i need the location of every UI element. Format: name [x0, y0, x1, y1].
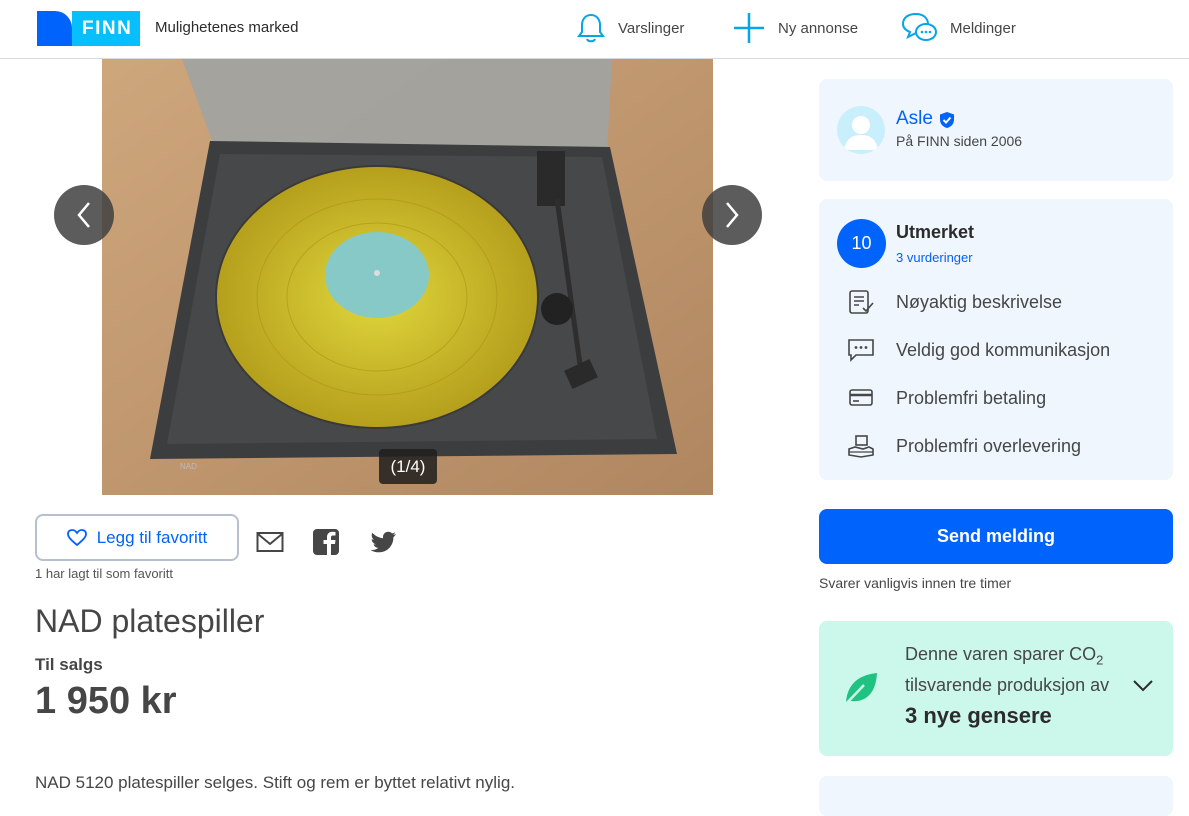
- bell-icon: [577, 13, 605, 43]
- nav-messages-label: Meldinger: [950, 19, 1016, 37]
- seller-since: På FINN siden 2006: [896, 133, 1023, 149]
- listing-status: Til salgs: [35, 655, 103, 674]
- listing-description: NAD 5120 platespiller selges. Stift og r…: [35, 773, 515, 792]
- handover-icon: [848, 435, 874, 458]
- plus-icon: [734, 13, 764, 43]
- rating-item-label: Problemfri betaling: [896, 387, 1047, 408]
- chevron-left-icon: [77, 202, 90, 228]
- rating-item-description: Nøyaktig beskrivelse: [847, 287, 1062, 317]
- site-header: FINN Mulighetenes marked Varslinger Ny a…: [0, 0, 1189, 59]
- chevron-down-icon[interactable]: [1132, 679, 1154, 693]
- favorite-count: 1 har lagt til som favoritt: [35, 566, 173, 581]
- add-favorite-label: Legg til favoritt: [96, 527, 208, 547]
- eco-line2: tilsvarende produksjon av: [905, 674, 1110, 695]
- credit-card-icon: [849, 389, 873, 406]
- send-message-button[interactable]: Send melding: [819, 509, 1173, 564]
- verified-badge-icon: [940, 112, 954, 128]
- nav-alerts-label: Varslinger: [618, 19, 685, 37]
- eco-subscript: 2: [1096, 652, 1104, 668]
- rating-count-link[interactable]: 3 vurderinger: [896, 250, 973, 265]
- heart-icon: [66, 528, 87, 546]
- next-image-button[interactable]: [702, 185, 762, 245]
- reply-time-note: Svarer vanligvis innen tre timer: [819, 575, 1012, 591]
- eco-highlight: 3 nye gensere: [905, 703, 1052, 728]
- share-facebook-button[interactable]: [310, 526, 342, 558]
- twitter-icon: [371, 531, 396, 553]
- next-card-partial: [819, 776, 1173, 816]
- image-counter: (1/4): [379, 449, 437, 484]
- rating-label: Utmerket: [896, 222, 975, 242]
- nav-new-ad-label: Ny annonse: [778, 19, 859, 37]
- messages-icon: [901, 12, 937, 41]
- share-email-button[interactable]: [254, 526, 286, 558]
- nav-new-ad[interactable]: Ny annonse: [732, 10, 858, 46]
- rating-item-label: Nøyaktig beskrivelse: [896, 291, 1063, 312]
- rating-score: 10: [837, 219, 886, 268]
- share-twitter-button[interactable]: [368, 526, 400, 558]
- listing-title: NAD platespiller: [35, 603, 265, 639]
- user-icon: [844, 116, 878, 150]
- listing-price: 1 950 kr: [35, 680, 177, 722]
- rating-item-label: Problemfri overlevering: [896, 435, 1082, 456]
- tagline: Mulighetenes marked: [155, 19, 299, 36]
- svg-text:NAD: NAD: [180, 462, 197, 471]
- rating-item-communication: Veldig god kommunikasjon: [847, 335, 1110, 365]
- seller-card: Asle På FINN siden 2006: [819, 79, 1173, 181]
- eco-text: Denne varen sparer CO2 tilsvarende produ…: [905, 642, 1109, 698]
- nav-messages[interactable]: Meldinger: [900, 10, 1016, 46]
- facebook-icon: [313, 529, 339, 555]
- rating-item-handover: Problemfri overlevering: [847, 431, 1081, 461]
- nav-alerts[interactable]: Varslinger: [576, 10, 684, 46]
- prev-image-button[interactable]: [54, 185, 114, 245]
- listing-image[interactable]: NAD: [102, 59, 713, 495]
- avatar: [837, 106, 885, 154]
- eco-savings-card[interactable]: Denne varen sparer CO2 tilsvarende produ…: [819, 621, 1173, 756]
- seller-name[interactable]: Asle: [896, 108, 933, 130]
- rating-item-payment: Problemfri betaling: [847, 383, 1046, 413]
- rating-item-label: Veldig god kommunikasjon: [896, 339, 1111, 360]
- rating-card: 10 Utmerket 3 vurderinger Nøyaktig beskr…: [819, 199, 1173, 480]
- eco-line1: Denne varen sparer CO: [905, 644, 1097, 664]
- turntable-photo: NAD: [102, 59, 713, 495]
- chat-bubble-icon: [848, 339, 874, 362]
- leaf-icon: [842, 673, 877, 708]
- logo-text: FINN: [72, 11, 141, 46]
- chevron-right-icon: [726, 202, 739, 228]
- document-check-icon: [849, 290, 874, 314]
- logo-mark: [37, 11, 72, 46]
- add-favorite-button[interactable]: Legg til favoritt: [35, 514, 239, 561]
- finn-logo[interactable]: FINN: [37, 11, 141, 46]
- mail-icon: [256, 532, 284, 552]
